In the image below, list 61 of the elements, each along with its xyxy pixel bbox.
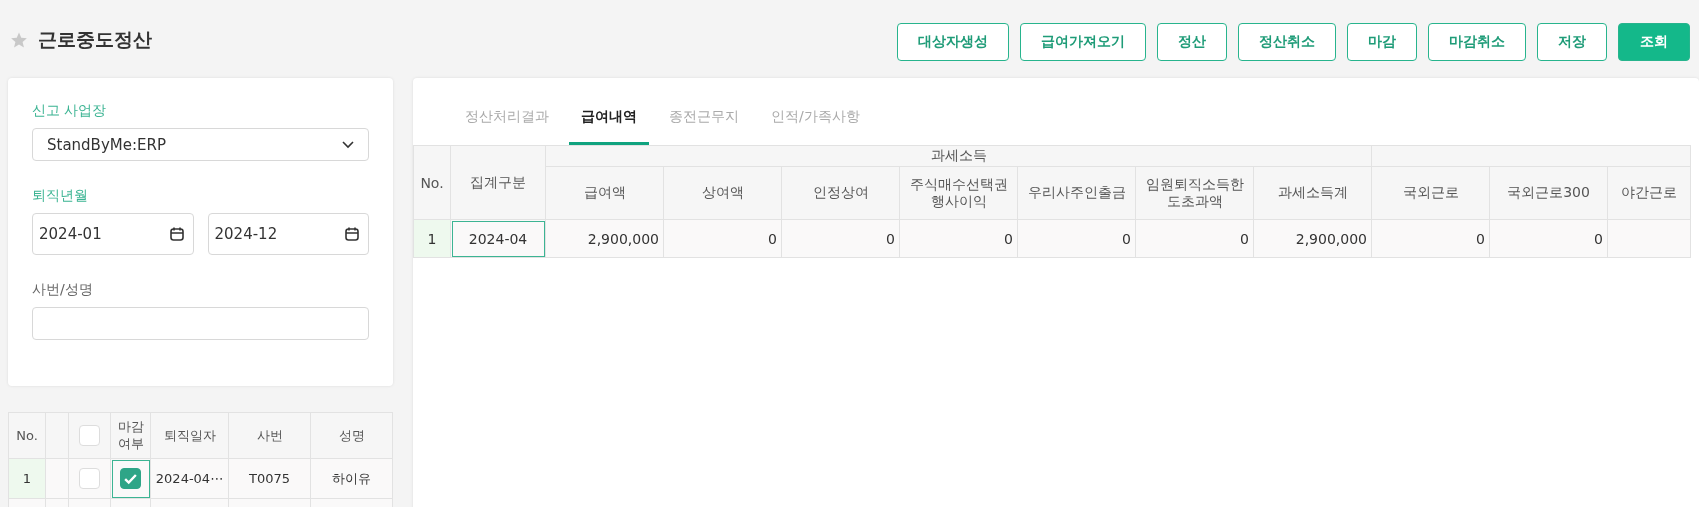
page-title: 근로중도정산: [38, 27, 152, 52]
employee-row[interactable]: 1 2024-04⋯ T0075 하이유: [8, 458, 393, 499]
column-header: 야간근로: [1607, 166, 1691, 220]
date-field[interactable]: 2024-01: [32, 213, 194, 255]
closed-checkbox[interactable]: [120, 468, 141, 489]
column-header: 임원퇴직소득한도초과액: [1135, 166, 1254, 220]
calendar-icon: [344, 226, 360, 242]
table-cell: 0: [1371, 219, 1490, 258]
table-cell: 0: [1135, 219, 1254, 258]
column-group-header: 과세소득: [545, 145, 1372, 167]
toolbar-button[interactable]: 급여가져오기: [1020, 23, 1146, 61]
checkbox[interactable]: [79, 468, 100, 489]
toolbar-button[interactable]: 마감: [1347, 23, 1417, 61]
table-cell: 0: [663, 219, 782, 258]
column-header: 급여액: [545, 166, 664, 220]
field-label: 퇴직년월: [32, 187, 89, 205]
table-cell: 하이유: [310, 458, 393, 499]
chevron-down-icon: [342, 140, 354, 149]
column-header: 집계구분: [450, 145, 546, 220]
toolbar-button[interactable]: 저장: [1537, 23, 1607, 61]
field-label: 사번/성명: [32, 281, 94, 299]
table-cell: 0: [1017, 219, 1136, 258]
column-header: 국외근로300: [1489, 166, 1608, 220]
tab[interactable]: 정산처리결과: [453, 101, 561, 145]
column-header: 국외근로: [1371, 166, 1490, 220]
toolbar-button[interactable]: 정산: [1157, 23, 1227, 61]
table-cell: 2024-04⋯: [150, 458, 229, 499]
tab[interactable]: 종전근무지: [657, 101, 751, 145]
table-cell: 1: [413, 219, 451, 258]
column-header: 우리사주인출금: [1017, 166, 1136, 220]
workplace-select[interactable]: StandByMe:ERP: [32, 128, 369, 161]
table-cell: 2024-04: [450, 219, 546, 258]
calendar-icon: [168, 226, 185, 242]
column-header: 과세소득계: [1253, 166, 1372, 220]
column-header: 퇴직일자: [150, 412, 229, 459]
employee-search-field[interactable]: [32, 307, 369, 340]
toolbar-button[interactable]: 조회: [1618, 23, 1690, 61]
column-header: No.: [413, 145, 451, 220]
table-cell: T0075: [228, 458, 311, 499]
checkbox[interactable]: [79, 425, 100, 446]
column-header: No.: [8, 412, 46, 459]
table-cell: 2,900,000: [545, 219, 664, 258]
toolbar-button[interactable]: 마감취소: [1428, 23, 1526, 61]
table-cell: 2,900,000: [1253, 219, 1372, 258]
column-header: 사번: [228, 412, 311, 459]
table-cell: 0: [781, 219, 900, 258]
column-header: 인정상여: [781, 166, 900, 220]
pay-row[interactable]: 1 2024-04 2,900,000 0 0 0 0 0 2,900,000 0 0: [413, 219, 1691, 258]
star-icon[interactable]: [10, 31, 28, 49]
table-cell: 0: [1489, 219, 1608, 258]
column-header: 마감여부: [110, 412, 151, 459]
column-header: 상여액: [663, 166, 782, 220]
column-header: 주식매수선택권 행사이익: [899, 166, 1018, 220]
table-cell: 0: [899, 219, 1018, 258]
table-cell: 1: [8, 458, 46, 499]
column-header: 성명: [310, 412, 393, 459]
date-field[interactable]: 2024-12: [207, 213, 369, 255]
toolbar-button[interactable]: 정산취소: [1238, 23, 1336, 61]
field-label: 신고 사업장: [32, 102, 108, 120]
tab[interactable]: 인적/가족사항: [759, 101, 872, 145]
toolbar-button[interactable]: 대상자생성: [897, 23, 1009, 61]
